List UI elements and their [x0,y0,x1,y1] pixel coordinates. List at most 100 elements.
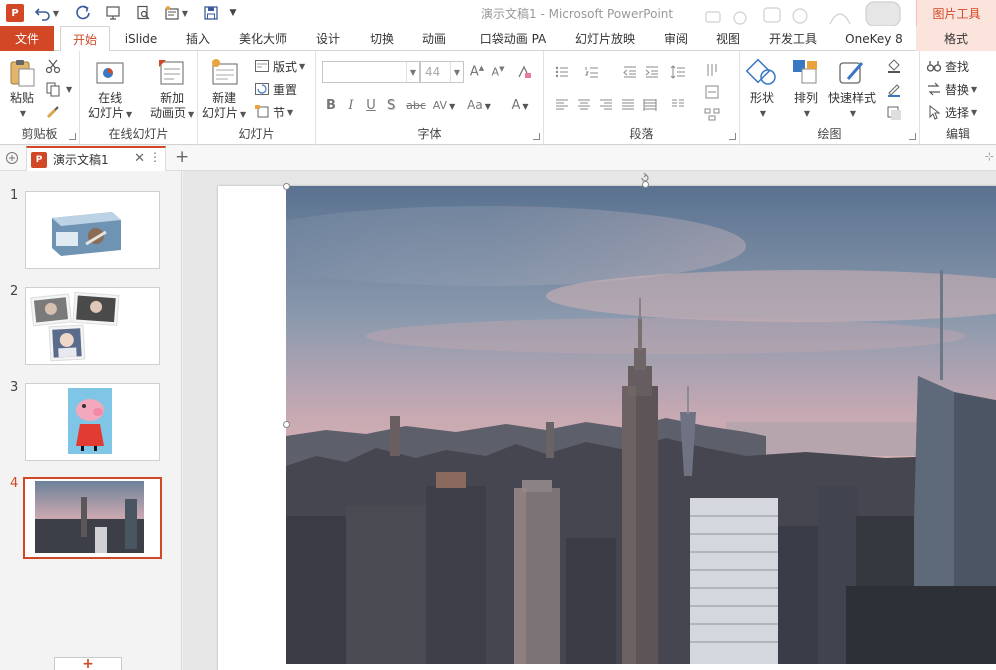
tab-pocket-animation[interactable]: 口袋动画 PA [470,26,556,51]
new-page-label-1: 新加 [160,91,185,105]
new-slide-quick-button[interactable]: ▼ [162,3,190,23]
tab-view[interactable]: 视图 [706,26,750,51]
pin-icon[interactable]: ⊹ [985,150,994,163]
chevron-down-icon: ▼ [181,8,189,18]
present-button[interactable] [102,3,124,23]
font-color-button[interactable]: A ▼ [506,95,534,115]
new-tab-plus-icon[interactable]: + [175,147,189,167]
rotate-handle-icon[interactable] [639,172,651,184]
change-case-button[interactable]: Aa ▼ [464,95,494,115]
reset-button[interactable]: 重置 [254,79,297,99]
convert-to-smartart-button[interactable] [702,104,722,124]
window-title: 演示文稿1 - Microsoft PowerPoint [481,7,674,21]
strikethrough-button[interactable]: abc [404,95,428,115]
drawing-launcher-icon[interactable] [909,133,916,140]
tab-developer[interactable]: 开发工具 [760,26,826,51]
save-button[interactable] [200,3,222,23]
close-icon[interactable]: ✕ [134,151,145,166]
find-button[interactable]: 查找 [926,56,969,76]
underline-icon: U [366,97,376,113]
clipboard-launcher-icon[interactable] [69,133,76,140]
new-slide-button[interactable]: 新建 幻灯片 ▼ [202,57,246,122]
tab-slideshow[interactable]: 幻灯片放映 [566,26,644,51]
tab-insert[interactable]: 插入 [176,26,220,51]
online-slides-button[interactable]: 在线 幻灯片 ▼ [88,57,132,122]
tab-animations[interactable]: 动画 [412,26,456,51]
text-direction-button[interactable] [702,60,722,80]
shape-effects-button[interactable] [884,103,904,123]
shapes-button[interactable]: 形状 ▼ [746,57,778,121]
clear-formatting-button[interactable] [515,62,533,82]
cut-button[interactable] [45,56,64,76]
align-left-button[interactable] [552,95,572,115]
paste-button[interactable]: 粘贴 ▼ [6,57,38,121]
quick-styles-label: 快速样式 [828,91,877,105]
print-preview-button[interactable] [132,3,154,23]
align-text-icon [705,85,719,99]
italic-button[interactable]: I [342,95,360,115]
slide-thumbnail-2[interactable] [25,287,160,365]
bold-button[interactable]: B [322,95,340,115]
quick-styles-button[interactable]: 快速样式 ▼ [828,57,876,121]
copy-button[interactable]: ▼ [45,79,72,99]
decrease-indent-button[interactable] [620,62,640,82]
font-size-combobox[interactable]: 44 ▼ [420,61,464,83]
arrange-button[interactable]: 排列 ▼ [790,57,822,121]
slide-4-preview-icon [35,481,144,553]
redo-button[interactable] [72,3,94,23]
tab-format[interactable]: 格式 [916,26,996,51]
increase-indent-button[interactable] [642,62,662,82]
tab-onekey[interactable]: OneKey 8 [838,26,910,51]
format-painter-button[interactable] [45,102,64,122]
slide-thumbnail-1[interactable] [25,191,160,269]
city-skyline-picture[interactable] [286,186,996,664]
tab-beautify[interactable]: 美化大师 [230,26,296,51]
columns-button[interactable] [668,95,688,115]
resize-handle-left[interactable] [283,421,290,428]
replace-button[interactable]: 替换 ▼ [926,79,977,99]
bullets-button[interactable] [552,62,572,82]
align-right-button[interactable] [596,95,616,115]
align-center-button[interactable] [574,95,594,115]
paragraph-launcher-icon[interactable] [729,133,736,140]
shrink-font-button[interactable]: A▼ [489,62,507,82]
line-spacing-button[interactable] [668,62,688,82]
numbering-button[interactable] [582,62,602,82]
undo-button[interactable]: ▼ [34,3,60,23]
tab-design[interactable]: 设计 [306,26,350,51]
document-tab[interactable]: P 演示文稿1 ✕ ⋮ [26,146,166,171]
tab-islide[interactable]: iSlide [116,26,166,51]
customize-quick-access-button[interactable]: ▼ [226,3,240,23]
shape-fill-button[interactable] [884,55,904,75]
new-animation-page-button[interactable]: 新加 动画页 ▼ [150,57,194,122]
slide-thumbnail-3[interactable] [25,383,160,461]
tab-home[interactable]: 开始 [60,26,110,52]
justify-button[interactable] [618,95,638,115]
new-slide-label-2: 幻灯片 ▼ [202,106,247,120]
slide-thumbnail-4[interactable] [23,477,162,559]
resize-handle-top-left[interactable] [283,183,290,190]
font-name-combobox[interactable]: ▼ [322,61,420,83]
grow-font-button[interactable]: A▲ [468,62,486,82]
section-icon [255,105,269,118]
shadow-button[interactable]: S [382,95,400,115]
distributed-button[interactable] [640,95,660,115]
select-button[interactable]: 选择 ▼ [926,102,977,122]
layout-button[interactable]: 版式 ▼ [254,56,305,76]
tab-transitions[interactable]: 切换 [360,26,404,51]
tab-review[interactable]: 审阅 [654,26,698,51]
font-launcher-icon[interactable] [533,133,540,140]
character-spacing-button[interactable]: AV ▼ [430,95,458,115]
tab-list-icon[interactable] [5,151,19,165]
chevron-down-icon[interactable]: ▼ [450,62,463,82]
increase-indent-icon [645,66,658,78]
tab-file[interactable]: 文件 [0,26,54,51]
drawing-group: 形状 ▼ 排列 ▼ 快速样式 ▼ 绘图 [740,51,920,145]
underline-button[interactable]: U [362,95,380,115]
more-options-icon[interactable]: ⋮ [149,150,161,164]
chevron-down-icon[interactable]: ▼ [406,62,419,82]
add-slide-button[interactable]: + [54,657,122,670]
section-button[interactable]: 节 ▼ [254,102,293,122]
shape-outline-button[interactable] [884,79,904,99]
align-text-button[interactable] [702,82,722,102]
